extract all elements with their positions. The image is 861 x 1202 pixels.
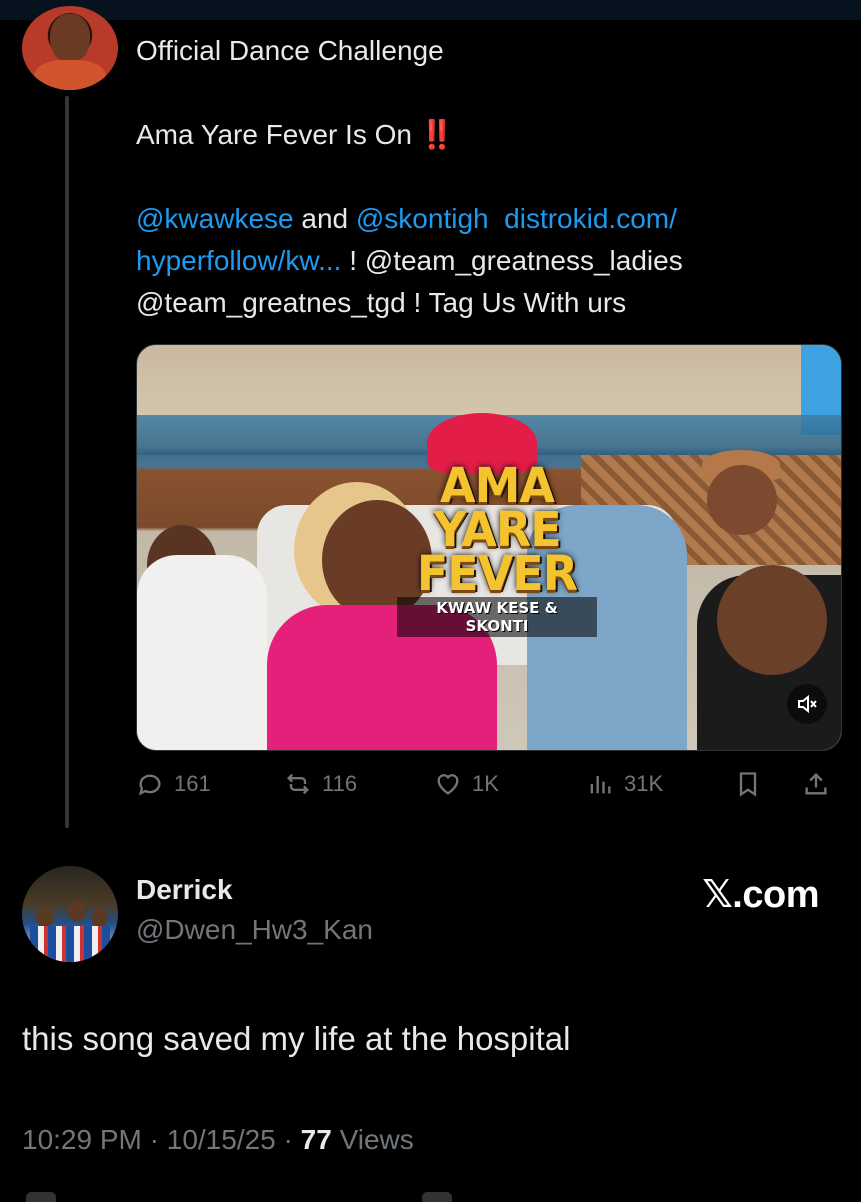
post-heading: Official Dance Challenge bbox=[136, 35, 444, 66]
avatar-face bbox=[50, 14, 90, 62]
reply-author-handle[interactable]: @Dwen_Hw3_Kan bbox=[136, 914, 373, 946]
thread-connector-line bbox=[65, 96, 69, 828]
reply-icon bbox=[138, 774, 161, 796]
mention-kwawkese-link[interactable]: @kwawkese bbox=[136, 203, 294, 234]
post-actions-bar: 161 116 1K 31K bbox=[136, 764, 840, 812]
reply-author-name[interactable]: Derrick bbox=[136, 874, 233, 906]
views-count: 31K bbox=[624, 771, 664, 796]
repost-icon bbox=[287, 773, 309, 795]
parent-post-text: Official Dance Challenge Ama Yare Fever … bbox=[136, 30, 836, 324]
top-strip bbox=[0, 0, 861, 20]
like-count: 1K bbox=[472, 771, 499, 796]
bottom-cutoff-bar bbox=[0, 1186, 861, 1202]
media-person-head bbox=[707, 465, 777, 535]
media-person-body bbox=[137, 555, 267, 750]
post-line-2-text: Ama Yare Fever Is On bbox=[136, 119, 412, 150]
mention-skontigh-link[interactable]: @skontigh bbox=[356, 203, 489, 234]
song-title-card: AMA YARE FEVER KWAW KESE & SKONTI bbox=[397, 461, 597, 637]
double-exclamation-icon: ‼️ bbox=[419, 119, 455, 150]
views-label: Views bbox=[339, 1124, 414, 1155]
mention-team-greatness-ladies[interactable]: @team_greatness_ladies bbox=[365, 245, 683, 276]
media-person-head bbox=[717, 565, 827, 675]
bookmark-icon bbox=[739, 772, 757, 797]
separator-text: ! bbox=[349, 245, 357, 276]
reply-count: 161 bbox=[174, 771, 211, 796]
reply-post-text: this song saved my life at the hospital bbox=[22, 1020, 571, 1057]
x-logo-watermark: 𝕏.com bbox=[702, 874, 819, 916]
avatar-figure bbox=[36, 906, 54, 928]
title-subtitle: KWAW KESE & SKONTI bbox=[397, 597, 597, 637]
post-line-2: Ama Yare Fever Is On ‼️ bbox=[136, 114, 836, 156]
meta-dot: · bbox=[149, 1124, 159, 1155]
views-total: 77 bbox=[300, 1124, 332, 1155]
parent-author-avatar[interactable] bbox=[22, 6, 118, 90]
post-time[interactable]: 10:29 PM bbox=[22, 1124, 142, 1155]
distrokid-link-part2[interactable]: hyperfollow/kw... bbox=[136, 245, 341, 276]
closing-text: ! Tag Us With urs bbox=[413, 287, 627, 318]
avatar-kente-cloth bbox=[30, 926, 110, 962]
avatar-figure bbox=[68, 900, 86, 922]
video-media[interactable]: AMA YARE FEVER KWAW KESE & SKONTI bbox=[136, 344, 842, 751]
share-icon bbox=[805, 773, 827, 795]
share-button[interactable] bbox=[802, 770, 830, 798]
cutoff-icon bbox=[422, 1192, 452, 1202]
reply-author-avatar[interactable] bbox=[22, 866, 118, 962]
bookmark-button[interactable] bbox=[734, 770, 762, 798]
repost-count: 116 bbox=[322, 771, 358, 796]
reply-button[interactable]: 161 bbox=[136, 770, 211, 798]
post-mentions-line-1: @kwawkese and @skontigh distrokid.com/ bbox=[136, 198, 836, 240]
like-button[interactable]: 1K bbox=[434, 770, 499, 798]
post-mentions-line-2: hyperfollow/kw... ! @team_greatness_ladi… bbox=[136, 240, 836, 282]
post-date[interactable]: 10/15/25 bbox=[167, 1124, 276, 1155]
avatar-shirt bbox=[34, 60, 106, 90]
meta-dot: · bbox=[283, 1124, 293, 1155]
cutoff-icon bbox=[26, 1192, 56, 1202]
repost-button[interactable]: 116 bbox=[284, 770, 357, 798]
post-metadata: 10:29 PM · 10/15/25 · 77 Views bbox=[22, 1124, 414, 1156]
analytics-icon bbox=[590, 775, 611, 794]
avatar-figure bbox=[92, 908, 108, 928]
and-text: and bbox=[301, 203, 349, 234]
post-mentions-line-3: @team_greatnes_tgd ! Tag Us With urs bbox=[136, 282, 836, 324]
speaker-muted-icon[interactable] bbox=[787, 684, 827, 724]
heart-icon bbox=[437, 774, 459, 795]
distrokid-link-part1[interactable]: distrokid.com/ bbox=[504, 203, 677, 234]
views-button[interactable]: 31K bbox=[586, 770, 663, 798]
mention-team-greatnes-tgd[interactable]: @team_greatnes_tgd bbox=[136, 287, 406, 318]
title-line-3: FEVER bbox=[416, 544, 578, 602]
